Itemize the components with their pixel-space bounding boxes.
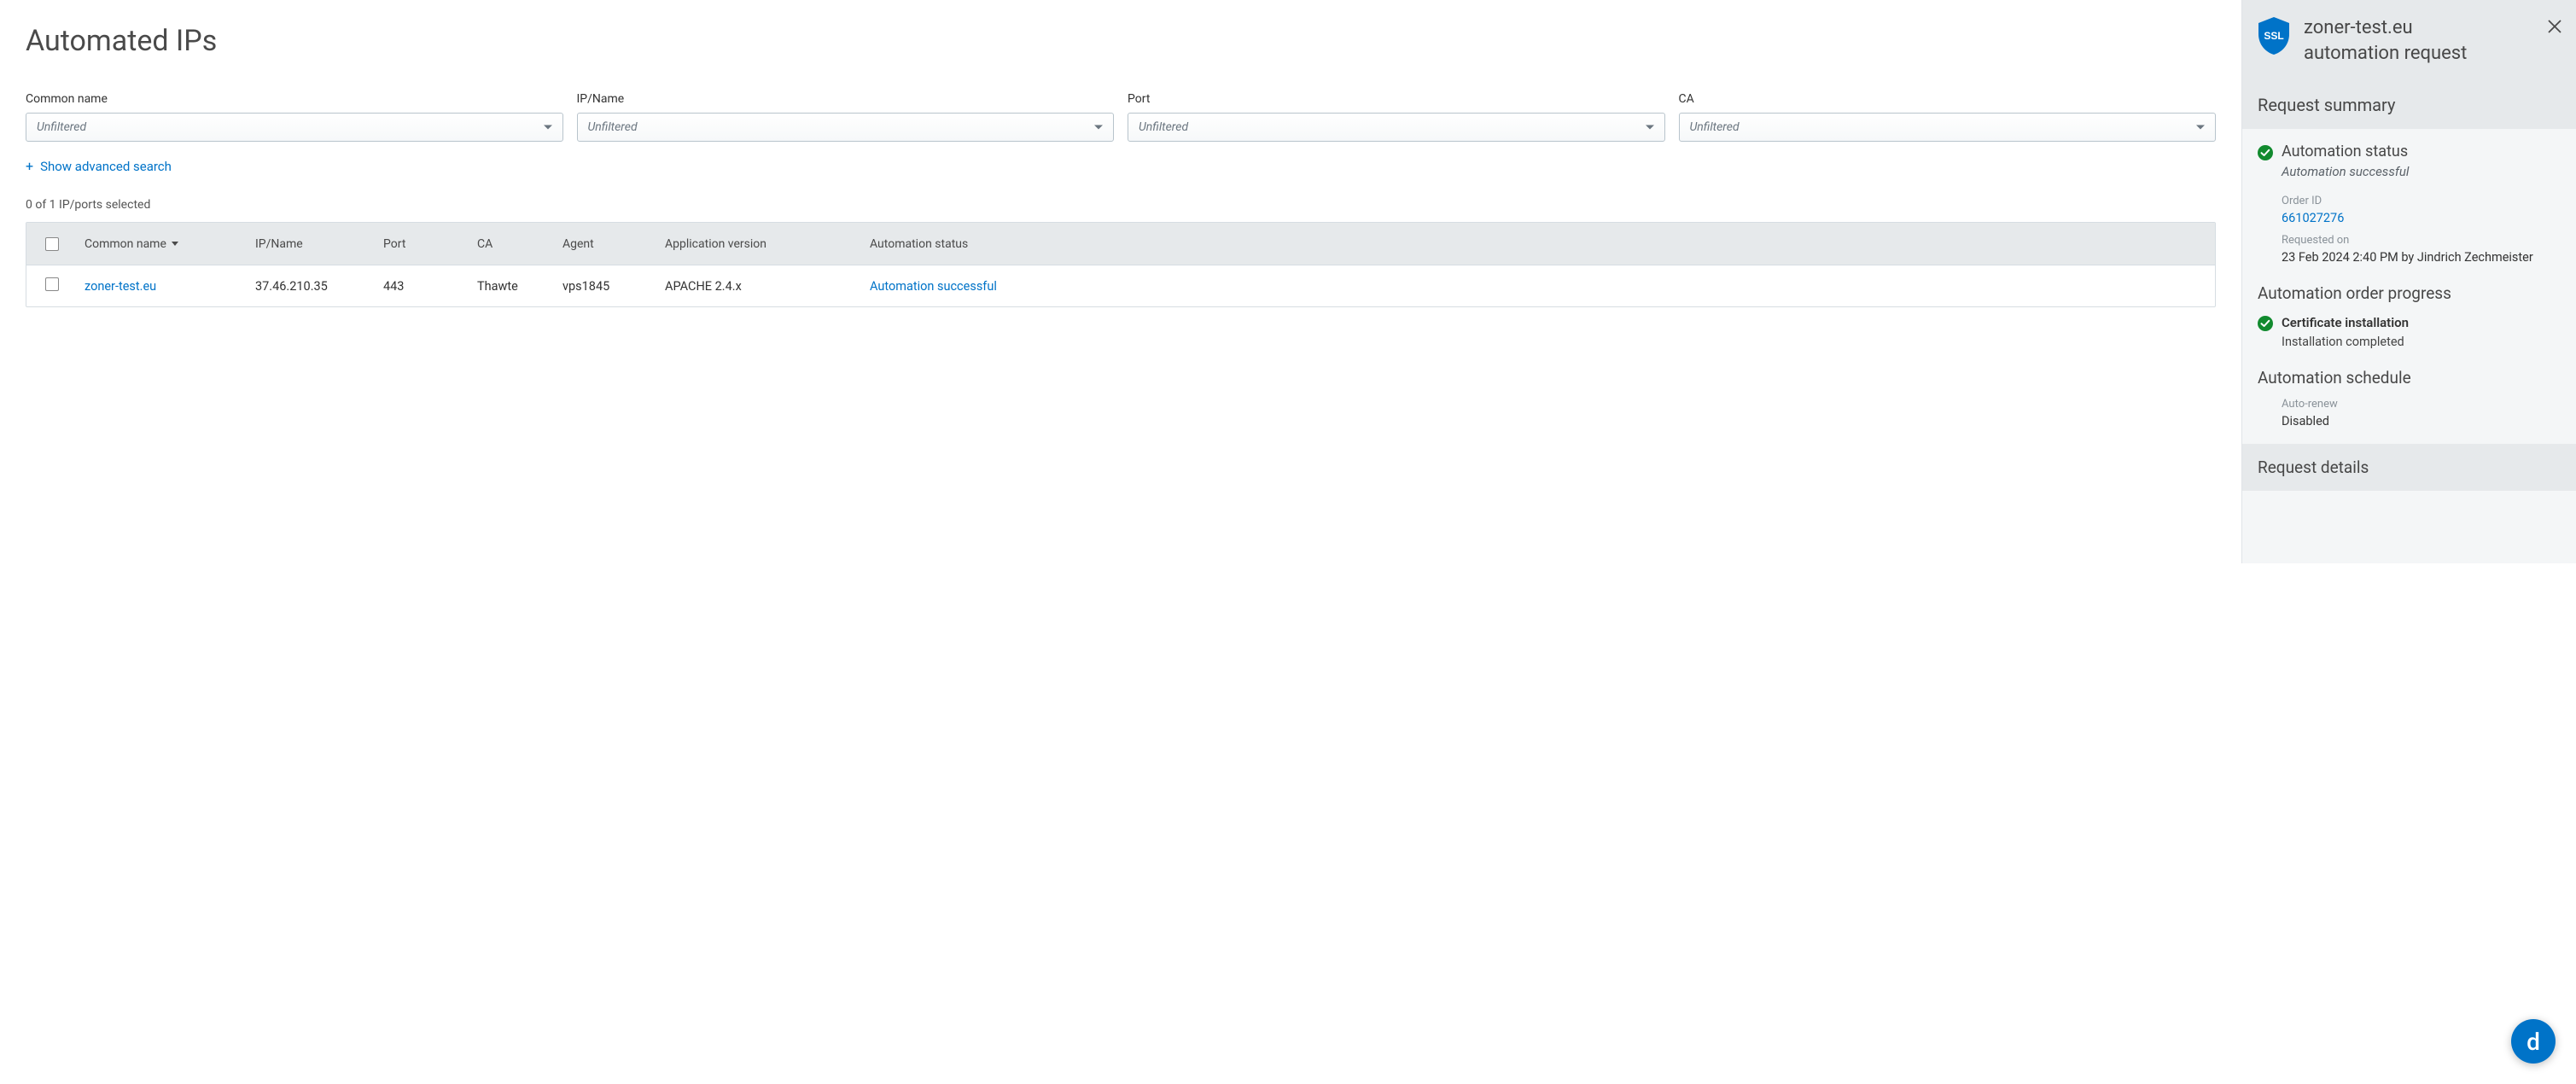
column-header-port[interactable]: Port (376, 237, 470, 251)
chevron-down-icon (1646, 125, 1654, 130)
cell-common-name-link[interactable]: zoner-test.eu (78, 279, 248, 294)
column-label: Common name (85, 237, 166, 251)
panel-header: SSL zoner-test.eu automation request (2242, 0, 2576, 81)
requested-on-label: Requested on (2282, 234, 2561, 247)
filter-select-port[interactable]: Unfiltered (1128, 113, 1665, 142)
help-chat-button[interactable]: d (2511, 1019, 2556, 1064)
automation-schedule-heading: Automation schedule (2258, 368, 2561, 388)
order-id-link[interactable]: 661027276 (2282, 211, 2561, 225)
svg-text:SSL: SSL (2264, 30, 2283, 42)
column-header-agent[interactable]: Agent (556, 237, 658, 251)
filter-label-port: Port (1128, 92, 1665, 106)
badge-letter: d (2526, 1028, 2540, 1056)
progress-step-subtext: Installation completed (2282, 335, 2561, 349)
cell-automation-status-link[interactable]: Automation successful (863, 279, 2215, 294)
ip-table: Common name IP/Name Port CA Agent Applic… (26, 222, 2216, 307)
column-header-app-version[interactable]: Application version (658, 237, 863, 251)
success-check-icon (2258, 145, 2273, 160)
sort-desc-icon (172, 242, 178, 246)
plus-icon: + (26, 160, 33, 173)
chevron-down-icon (544, 125, 552, 130)
filter-placeholder: Unfiltered (1139, 120, 1188, 134)
filter-select-ip-name[interactable]: Unfiltered (577, 113, 1115, 142)
auto-renew-label: Auto-renew (2282, 398, 2561, 411)
advanced-search-label: Show advanced search (40, 159, 172, 174)
ssl-shield-icon: SSL (2256, 15, 2292, 56)
auto-renew-value: Disabled (2282, 414, 2561, 428)
select-all-checkbox[interactable] (45, 237, 59, 251)
cell-ip-name: 37.46.210.35 (248, 279, 376, 294)
request-summary-heading: Request summary (2242, 81, 2576, 129)
filter-select-ca[interactable]: Unfiltered (1679, 113, 2217, 142)
filter-row: Common name Unfiltered IP/Name Unfiltere… (26, 92, 2216, 142)
request-details-heading: Request details (2242, 444, 2576, 491)
column-header-automation-status[interactable]: Automation status (863, 237, 2215, 251)
chevron-down-icon (2196, 125, 2205, 130)
panel-title-line2: automation request (2304, 43, 2467, 64)
filter-placeholder: Unfiltered (588, 120, 638, 134)
chevron-down-icon (1094, 125, 1103, 130)
cell-ca: Thawte (470, 279, 556, 294)
table-header-row: Common name IP/Name Port CA Agent Applic… (26, 223, 2215, 265)
filter-label-common-name: Common name (26, 92, 563, 106)
panel-title-line1: zoner-test.eu (2304, 17, 2413, 38)
column-header-ca[interactable]: CA (470, 237, 556, 251)
requested-on-value: 23 Feb 2024 2:40 PM by Jindrich Zechmeis… (2282, 250, 2561, 265)
filter-label-ip-name: IP/Name (577, 92, 1115, 106)
close-icon[interactable] (2547, 19, 2562, 34)
filter-label-ca: CA (1679, 92, 2217, 106)
automation-status-subtext: Automation successful (2282, 164, 2561, 179)
progress-step-title: Certificate installation (2282, 315, 2409, 330)
success-check-icon (2258, 316, 2273, 331)
cell-agent: vps1845 (556, 279, 658, 294)
selection-count: 0 of 1 IP/ports selected (26, 198, 2216, 212)
show-advanced-search-link[interactable]: + Show advanced search (26, 159, 172, 174)
row-checkbox[interactable] (45, 277, 59, 291)
cell-app-version: APACHE 2.4.x (658, 279, 863, 294)
column-header-common-name[interactable]: Common name (78, 237, 248, 251)
filter-placeholder: Unfiltered (1690, 120, 1740, 134)
order-id-label: Order ID (2282, 195, 2561, 207)
filter-select-common-name[interactable]: Unfiltered (26, 113, 563, 142)
automation-progress-heading: Automation order progress (2258, 283, 2561, 303)
automation-status-title: Automation status (2282, 143, 2408, 160)
column-header-ip-name[interactable]: IP/Name (248, 237, 376, 251)
table-row: zoner-test.eu 37.46.210.35 443 Thawte vp… (26, 265, 2215, 306)
panel-title: zoner-test.eu automation request (2304, 15, 2467, 66)
details-panel: SSL zoner-test.eu automation request Req… (2241, 0, 2576, 563)
page-title: Automated IPs (26, 24, 2216, 58)
filter-placeholder: Unfiltered (37, 120, 86, 134)
cell-port: 443 (376, 279, 470, 294)
